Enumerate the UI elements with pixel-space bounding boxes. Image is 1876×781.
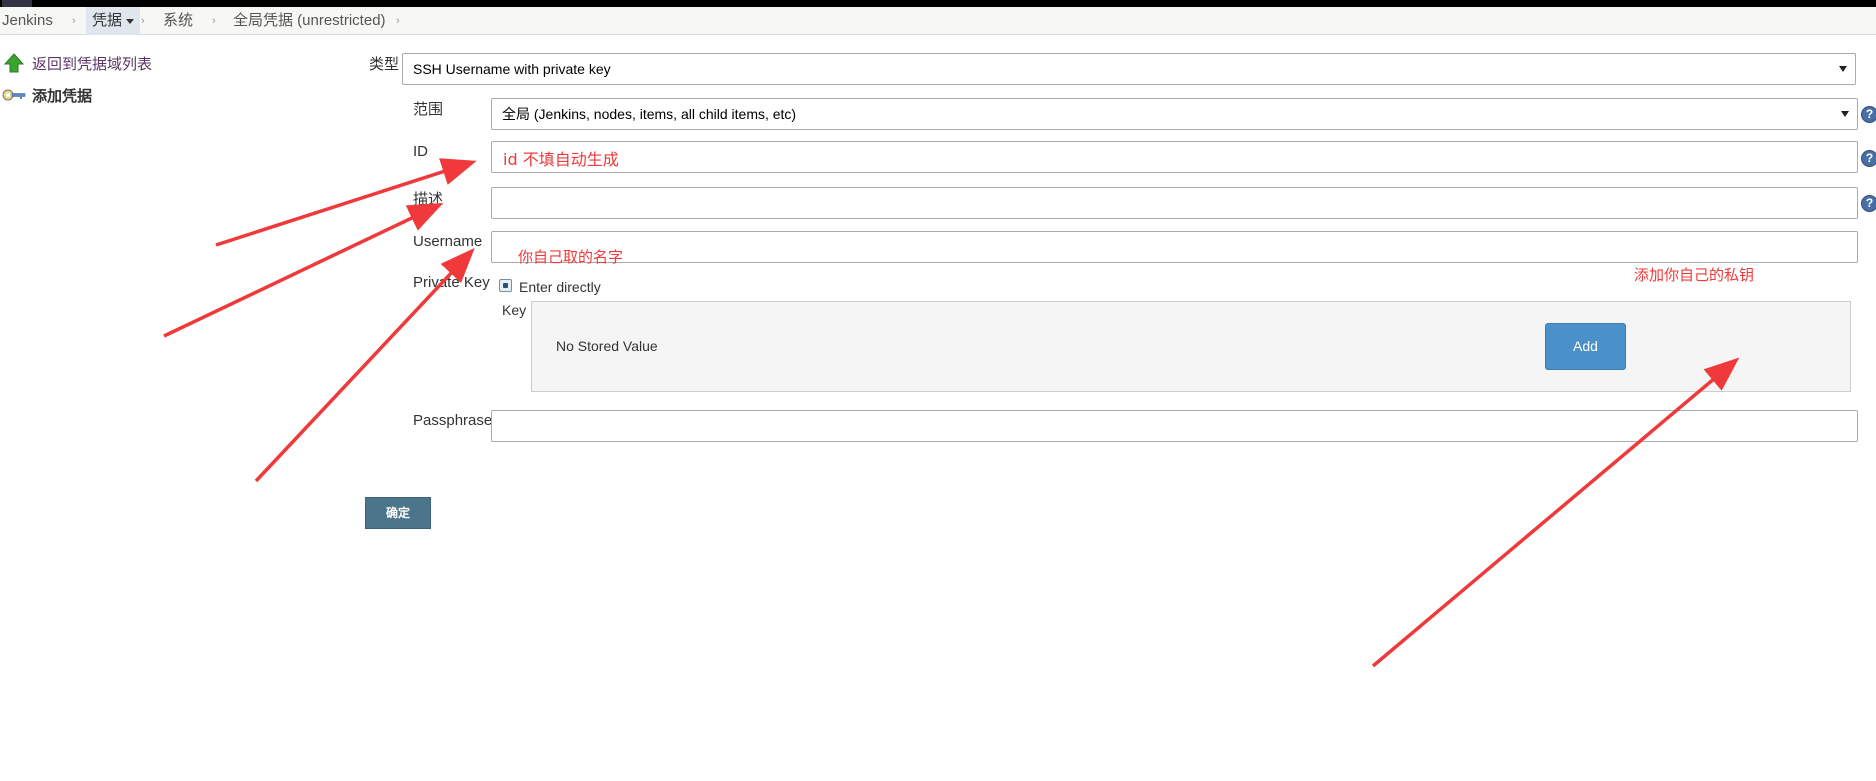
breadcrumb-separator-icon: › [141,15,145,27]
id-input[interactable] [491,141,1858,173]
breadcrumb-separator-icon: › [72,15,76,27]
scope-select[interactable]: 全局 (Jenkins, nodes, items, all child ite… [491,98,1858,130]
scope-label: 范围 [413,101,444,118]
radio-selected-dot [503,283,508,288]
dropdown-caret-icon[interactable] [126,18,135,24]
breadcrumb-item-jenkins[interactable]: Jenkins [2,7,53,35]
help-icon[interactable]: ? [1861,150,1876,167]
private-key-label: Private Key [413,274,490,291]
passphrase-input[interactable] [491,410,1858,442]
description-input[interactable] [491,187,1858,219]
kind-select-value: SSH Username with private key [413,61,611,77]
enter-directly-radio[interactable] [499,279,512,292]
key-label: Key [502,302,527,318]
add-key-button[interactable]: Add [1545,323,1626,370]
sidebar-task-add-credentials[interactable]: 添加凭据 [2,83,92,107]
passphrase-label: Passphrase [413,412,493,429]
ok-button[interactable]: 确定 [365,497,431,529]
no-stored-value-text: No Stored Value [556,338,658,354]
chevron-down-icon [1841,111,1849,117]
breadcrumb-item-global-credentials[interactable]: 全局凭据 (unrestricted) [233,7,386,35]
jenkins-logo [2,0,32,7]
key-panel: No Stored Value Add [531,301,1851,392]
breadcrumb-item-system[interactable]: 系统 [163,7,193,35]
breadcrumb-item-credentials[interactable]: 凭据 [86,7,141,35]
scope-select-value: 全局 (Jenkins, nodes, items, all child ite… [502,106,797,122]
help-icon[interactable]: ? [1861,195,1876,212]
annotation-username-note: 你自己取的名字 [518,248,624,266]
username-input[interactable] [491,231,1858,263]
up-arrow-icon [2,51,26,75]
kind-select[interactable]: SSH Username with private key [402,53,1856,85]
key-icon [2,83,26,107]
annotation-arrow [1371,357,1740,668]
sidebar-task-label: 返回到凭据域列表 [32,55,153,73]
breadcrumb: Jenkins › 凭据 › 系统 › 全局凭据 (unrestricted) … [0,7,1876,35]
annotation-id-note: id 不填自动生成 [503,150,619,169]
annotation-arrow [163,202,444,338]
breadcrumb-separator-icon: › [212,15,216,27]
description-label: 描述 [413,191,444,208]
breadcrumb-separator-icon: › [396,15,400,27]
kind-label: 类型 [369,56,400,73]
help-icon[interactable]: ? [1861,106,1876,123]
breadcrumb-item-credentials-label: 凭据 [92,12,123,29]
top-header-bar [0,0,1876,7]
id-label: ID [413,143,428,160]
username-label: Username [413,233,483,250]
enter-directly-label[interactable]: Enter directly [519,279,601,295]
sidebar-task-back-to-domains[interactable]: 返回到凭据域列表 [2,51,152,75]
annotation-key-note: 添加你自己的私钥 [1634,266,1755,284]
chevron-down-icon [1839,66,1847,72]
sidebar-task-label: 添加凭据 [32,87,93,105]
